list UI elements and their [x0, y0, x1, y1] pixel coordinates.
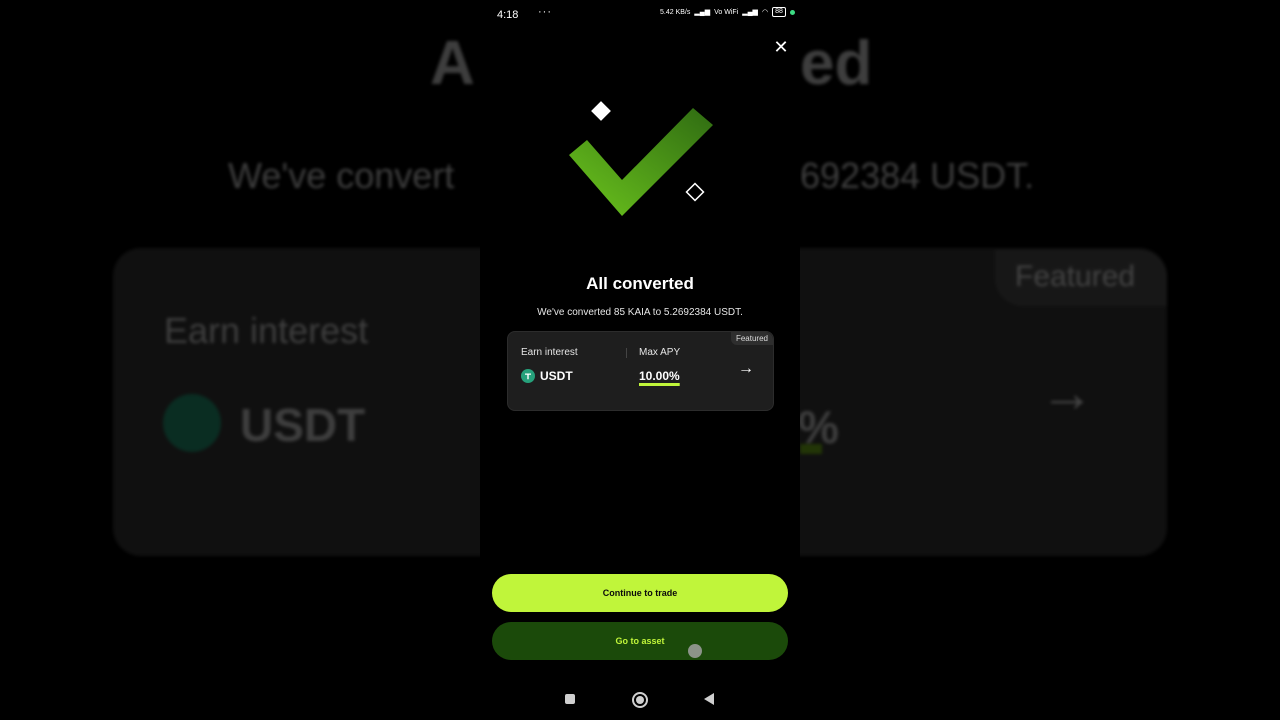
status-time: 4:18 [497, 9, 519, 21]
asset-symbol: USDT [540, 369, 573, 383]
featured-badge: Featured [730, 332, 773, 345]
privacy-dot-icon [789, 9, 795, 15]
bg-subtitle-right: 692384 USDT. [800, 155, 1035, 196]
status-bar: 4:18 ··· 5.42 KB/s ▂▄▆ Vo WiFi ▂▄▆ ◠ 88 [480, 0, 800, 28]
battery-icon: 88 [772, 7, 786, 17]
max-apy-label: Max APY [639, 347, 681, 358]
go-to-asset-button[interactable]: Go to asset [492, 622, 788, 660]
touch-indicator [688, 644, 702, 658]
bg-featured-text: Featured [1015, 260, 1136, 293]
phone-screen: 4:18 ··· 5.42 KB/s ▂▄▆ Vo WiFi ▂▄▆ ◠ 88 … [480, 0, 800, 720]
earn-interest-label: Earn interest [521, 347, 578, 358]
bg-title-right: ed [800, 29, 873, 98]
recents-icon[interactable] [565, 694, 575, 704]
bg-subtitle-left: We've convert [228, 155, 455, 196]
back-icon[interactable] [704, 693, 714, 705]
earn-interest-card[interactable]: Featured Earn interest Max APY USDT 10.0… [507, 331, 774, 411]
tether-icon [521, 369, 535, 383]
bg-arrow-icon: → [1040, 363, 1094, 423]
arrow-right-icon: → [738, 360, 754, 377]
bg-tether-icon [163, 394, 221, 452]
home-icon[interactable] [632, 692, 648, 708]
net-speed: 5.42 KB/s [660, 8, 691, 16]
status-more-icon: ··· [538, 6, 552, 18]
bg-featured-badge [995, 250, 1167, 306]
continue-to-trade-button[interactable]: Continue to trade [492, 574, 788, 612]
signal-icon-2: ▂▄▆ [742, 9, 758, 16]
apy-value: 10.00% [639, 369, 680, 383]
bg-percent: % [798, 401, 839, 453]
bg-title-left: A [430, 29, 476, 98]
conversion-summary: We've converted 85 KAIA to 5.2692384 USD… [537, 307, 743, 318]
success-checkmark-icon [569, 101, 713, 216]
page-title: All converted [586, 274, 694, 293]
bg-underline [800, 444, 822, 454]
bg-earn-label: Earn interest [164, 310, 369, 351]
close-icon[interactable]: ✕ [770, 36, 792, 58]
status-icons: 5.42 KB/s ▂▄▆ Vo WiFi ▂▄▆ ◠ 88 [660, 7, 795, 17]
signal-icon: ▂▄▆ [694, 9, 711, 16]
vowifi-label: Vo WiFi [714, 8, 739, 16]
android-nav-bar [480, 688, 800, 712]
wifi-icon: ◠ [761, 9, 769, 16]
bg-asset-label: USDT [240, 399, 366, 451]
card-divider [626, 348, 627, 358]
